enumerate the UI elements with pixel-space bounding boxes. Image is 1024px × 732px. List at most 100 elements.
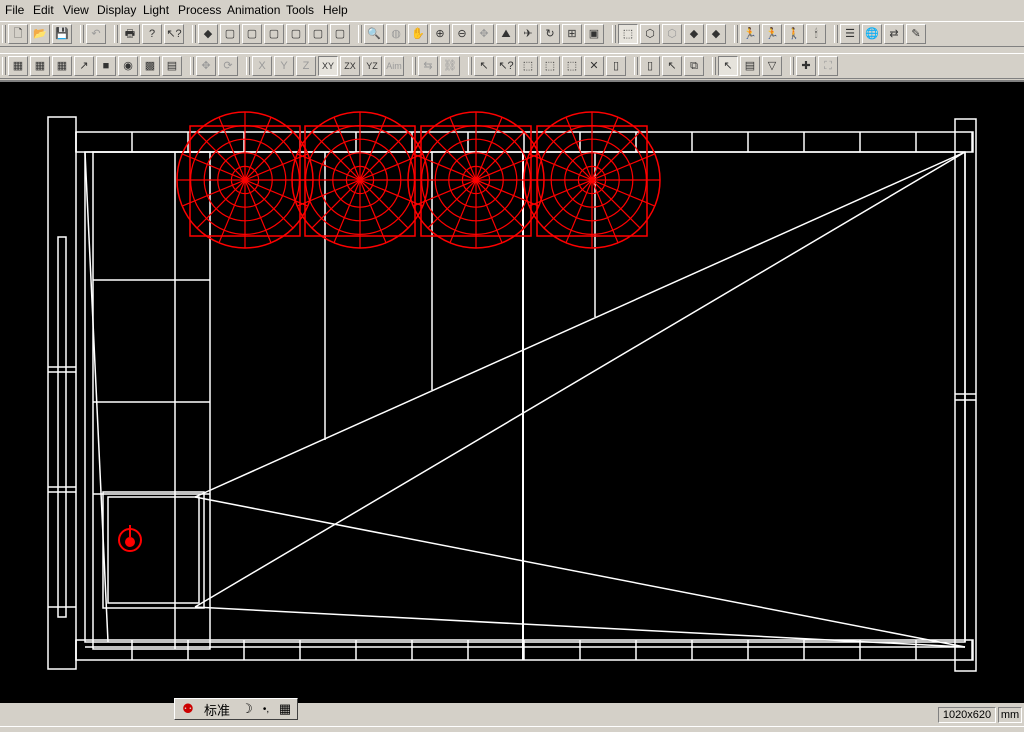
walk-icon[interactable]: ✋ — [408, 24, 428, 44]
plane-yz-icon[interactable]: YZ — [362, 56, 382, 76]
context-help-icon[interactable]: ↖? — [164, 24, 184, 44]
export-icon[interactable]: ⇄ — [884, 24, 904, 44]
copy-icon[interactable]: ⧉ — [684, 56, 704, 76]
toolbar-grip[interactable] — [734, 25, 738, 43]
menu-view[interactable]: View — [63, 3, 89, 17]
toolbar-grip[interactable] — [712, 57, 716, 75]
toolbar-grip[interactable] — [634, 57, 638, 75]
page-2-icon[interactable]: ▯ — [640, 56, 660, 76]
rotate-view-icon[interactable]: ↻ — [540, 24, 560, 44]
object-3-icon[interactable]: ▦ — [52, 56, 72, 76]
wireframe-scene[interactable] — [0, 82, 1024, 703]
link-icon[interactable]: ⛓ — [440, 56, 460, 76]
select-region-2-icon[interactable]: ⬚ — [540, 56, 560, 76]
box-view-4-icon[interactable]: ▢ — [286, 24, 306, 44]
filter-pick-icon[interactable]: ▽ — [762, 56, 782, 76]
point-light-icon[interactable] — [118, 525, 142, 552]
menu-light[interactable]: Light — [143, 3, 169, 17]
open-folder-icon[interactable]: 📂 — [30, 24, 50, 44]
measure-icon[interactable]: ↗ — [74, 56, 94, 76]
render-shaded-icon[interactable]: ◆ — [706, 24, 726, 44]
terrain-icon[interactable]: ⛰ — [496, 24, 516, 44]
menu-animation[interactable]: Animation — [227, 3, 280, 17]
add-point-icon[interactable]: ✚ — [796, 56, 816, 76]
globe-icon[interactable]: 🌐 — [862, 24, 882, 44]
zoom-region-icon[interactable]: 🔍 — [364, 24, 384, 44]
aim-icon[interactable]: Aim — [384, 56, 404, 76]
plane-xy-icon[interactable]: XY — [318, 56, 338, 76]
camera-view-icon[interactable]: ▣ — [584, 24, 604, 44]
hierarchy-icon[interactable]: ⛶ — [818, 56, 838, 76]
texture-globe-icon[interactable]: ◉ — [118, 56, 138, 76]
toolbar-grip[interactable] — [468, 57, 472, 75]
toolbar-grip[interactable] — [246, 57, 250, 75]
toolbar-grip[interactable] — [834, 25, 838, 43]
select-help-icon[interactable]: ↖? — [496, 56, 516, 76]
axis-y-icon[interactable]: Y — [274, 56, 294, 76]
zoom-out-icon[interactable]: ⊖ — [452, 24, 472, 44]
render-green-wire-icon[interactable]: ⬡ — [640, 24, 660, 44]
walker-icon[interactable]: 🚶 — [784, 24, 804, 44]
menu-edit[interactable]: Edit — [33, 3, 54, 17]
undo-icon[interactable]: ↶ — [86, 24, 106, 44]
toolbar-grip[interactable] — [412, 57, 416, 75]
run-animation-icon[interactable]: 🏃 — [740, 24, 760, 44]
toolbar-grip[interactable] — [612, 25, 616, 43]
flyby-icon[interactable]: ✈ — [518, 24, 538, 44]
menu-file[interactable]: File — [5, 3, 24, 17]
candle-icon[interactable]: 🕯 — [806, 24, 826, 44]
box-view-3-icon[interactable]: ▢ — [264, 24, 284, 44]
toolbar-grip[interactable] — [2, 57, 6, 75]
select-pointer-icon[interactable]: ↖ — [474, 56, 494, 76]
select-object-icon[interactable]: ◆ — [198, 24, 218, 44]
layers-icon[interactable]: ☰ — [840, 24, 860, 44]
box-view-2-icon[interactable]: ▢ — [242, 24, 262, 44]
render-hidden-icon[interactable]: ⬡ — [662, 24, 682, 44]
object-1-icon[interactable]: ▦ — [8, 56, 28, 76]
page-1-icon[interactable]: ▯ — [606, 56, 626, 76]
orbit-icon[interactable]: ◍ — [386, 24, 406, 44]
axis-x-icon[interactable]: X — [252, 56, 272, 76]
select-region-3-icon[interactable]: ⬚ — [562, 56, 582, 76]
toolbar-grip[interactable] — [192, 25, 196, 43]
animate-figure-icon[interactable]: 🏃 — [762, 24, 782, 44]
menu-display[interactable]: Display — [97, 3, 136, 17]
menu-help[interactable]: Help — [323, 3, 348, 17]
ime-toolbar[interactable]: ⚉ 标准 ☽ •, ▦ — [174, 698, 298, 720]
ime-mode-label[interactable]: 标准 — [199, 701, 235, 719]
select-region-1-icon[interactable]: ⬚ — [518, 56, 538, 76]
toolbar-grip[interactable] — [790, 57, 794, 75]
save-icon[interactable]: 💾 — [52, 24, 72, 44]
box-view-1-icon[interactable]: ▢ — [220, 24, 240, 44]
toolbar-grip[interactable] — [114, 25, 118, 43]
ime-punct-icon[interactable]: •, — [257, 701, 275, 717]
ime-keyboard-icon[interactable]: ▦ — [275, 701, 295, 717]
3d-viewport[interactable] — [0, 80, 1024, 703]
toolbar-grip[interactable] — [2, 25, 6, 43]
filter-icon[interactable]: ▤ — [740, 56, 760, 76]
zoom-extents-icon[interactable]: ⊞ — [562, 24, 582, 44]
rotate-icon[interactable]: ⟳ — [218, 56, 238, 76]
box-view-6-icon[interactable]: ▢ — [330, 24, 350, 44]
render-solid-icon[interactable]: ◆ — [684, 24, 704, 44]
toolbar-grip[interactable] — [358, 25, 362, 43]
align-icon[interactable]: ⇆ — [418, 56, 438, 76]
ime-moon-icon[interactable]: ☽ — [237, 701, 257, 717]
pan-icon[interactable]: ✥ — [474, 24, 494, 44]
help-icon[interactable]: ? — [142, 24, 162, 44]
object-2-icon[interactable]: ▦ — [30, 56, 50, 76]
toolbar-grip[interactable] — [80, 25, 84, 43]
deselect-icon[interactable]: ✕ — [584, 56, 604, 76]
move-icon[interactable]: ✥ — [196, 56, 216, 76]
menu-process[interactable]: Process — [178, 3, 221, 17]
arrow-pick-icon[interactable]: ↖ — [718, 56, 738, 76]
texture-grid-icon[interactable]: ▩ — [140, 56, 160, 76]
axis-z-icon[interactable]: Z — [296, 56, 316, 76]
menu-tools[interactable]: Tools — [286, 3, 314, 17]
ime-logo-icon[interactable]: ⚉ — [178, 701, 198, 717]
yellow-rect-icon[interactable]: ■ — [96, 56, 116, 76]
box-view-5-icon[interactable]: ▢ — [308, 24, 328, 44]
new-file-icon[interactable]: 🗋 — [8, 24, 28, 44]
zoom-in-icon[interactable]: ⊕ — [430, 24, 450, 44]
plane-zx-icon[interactable]: ZX — [340, 56, 360, 76]
